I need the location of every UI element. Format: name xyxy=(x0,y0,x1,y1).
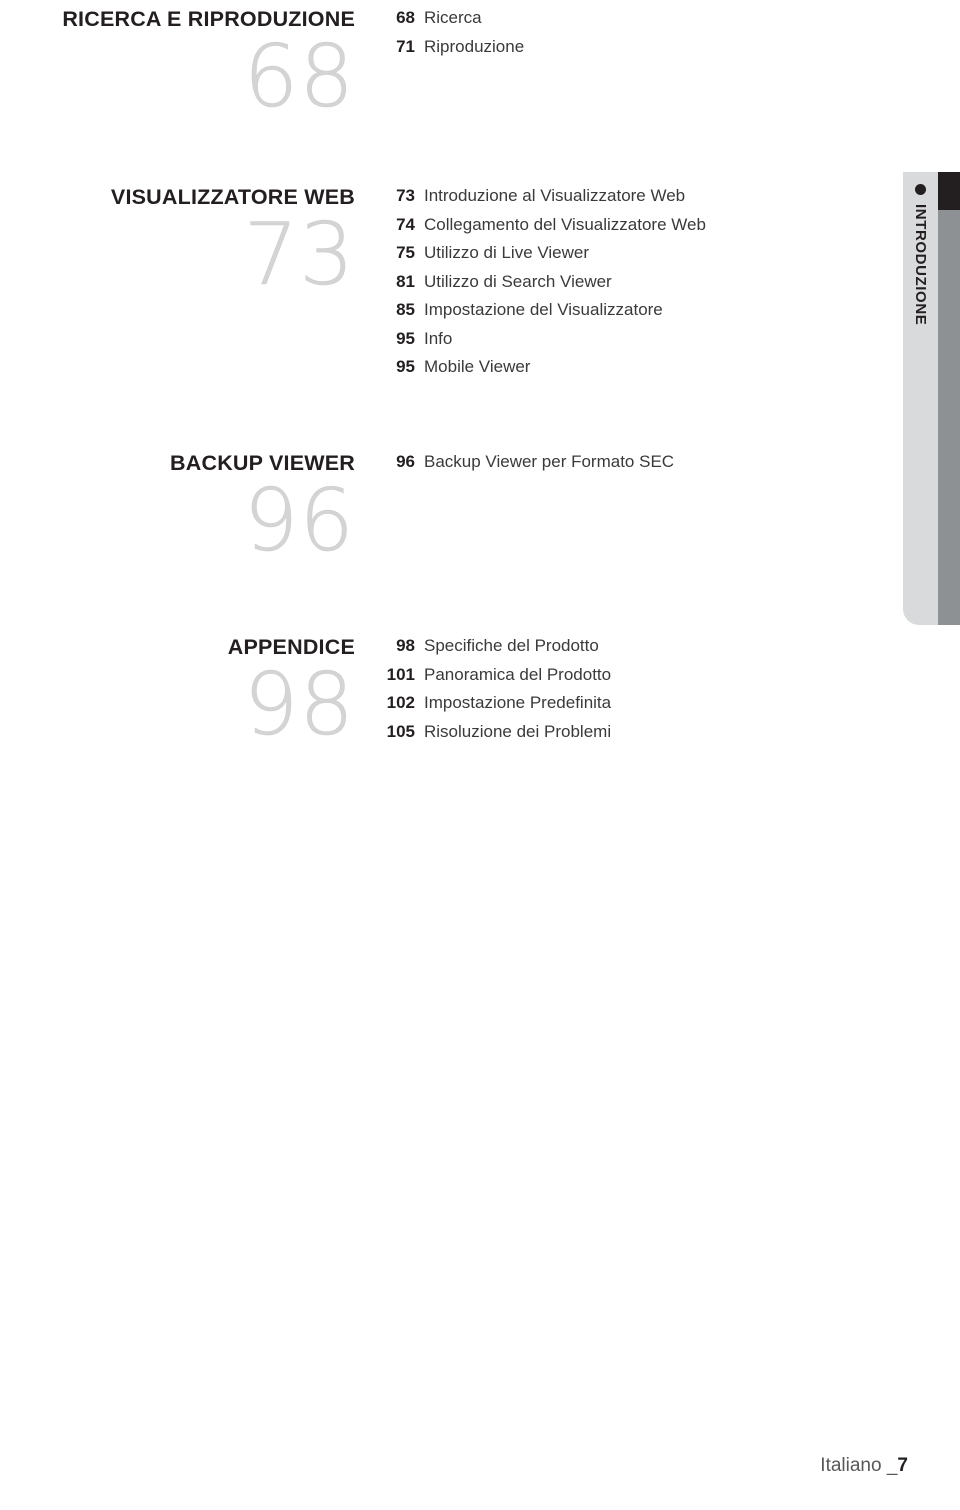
page-footer: Italiano _7 xyxy=(0,1455,908,1477)
toc-entry[interactable]: 75 Utilizzo di Live Viewer xyxy=(375,243,706,272)
toc-entry-label: Panoramica del Prodotto xyxy=(424,664,612,684)
toc-entry[interactable]: 95 Mobile Viewer xyxy=(375,357,706,386)
toc-entry-page: 74 xyxy=(396,214,415,234)
toc-entry[interactable]: 105 Risoluzione dei Problemi xyxy=(375,722,611,751)
toc-entry-label: Specifiche del Prodotto xyxy=(424,636,599,655)
toc-entry-label: Ricerca xyxy=(424,8,482,27)
toc-entry-label: Risoluzione dei Problemi xyxy=(424,721,612,741)
section-entry-list: 73 Introduzione al Visualizzatore Web 74… xyxy=(375,186,706,386)
section-heading-column: APPENDICE 98 xyxy=(0,634,355,748)
toc-entry-page: 102 xyxy=(386,693,415,712)
toc-entry[interactable]: 71 Riproduzione xyxy=(375,37,524,66)
toc-entry-page: 75 xyxy=(396,243,415,262)
chapter-tab-gray-band xyxy=(938,210,960,625)
toc-entry[interactable]: 81 Utilizzo di Search Viewer xyxy=(375,272,706,301)
chapter-tab-label: INTRODUZIONE xyxy=(912,204,929,326)
toc-entry-page: 81 xyxy=(396,271,415,291)
section-big-number: 73 xyxy=(243,205,355,305)
toc-entry-page: 101 xyxy=(386,664,415,684)
toc-entry[interactable]: 96 Backup Viewer per Formato SEC xyxy=(375,452,674,481)
section-big-number: 68 xyxy=(243,27,355,127)
section-big-number: 98 xyxy=(243,655,355,755)
toc-entry[interactable]: 85 Impostazione del Visualizzatore xyxy=(375,300,706,329)
toc-entry-label: Info xyxy=(424,328,453,348)
toc-page: RICERCA E RIPRODUZIONE 68 68 Ricerca 71 … xyxy=(0,0,960,1510)
toc-entry[interactable]: 101 Panoramica del Prodotto xyxy=(375,665,611,694)
toc-entry-label: Introduzione al Visualizzatore Web xyxy=(424,186,686,205)
toc-entry-label: Impostazione Predefinita xyxy=(424,693,612,712)
toc-entry-page: 85 xyxy=(396,300,415,319)
toc-entry[interactable]: 98 Specifiche del Prodotto xyxy=(375,636,611,665)
toc-entry[interactable]: 73 Introduzione al Visualizzatore Web xyxy=(375,186,706,215)
chapter-tab-dark-marker xyxy=(938,172,960,210)
section-heading-column: RICERCA E RIPRODUZIONE 68 xyxy=(0,6,355,120)
toc-entry-page: 98 xyxy=(396,636,415,655)
toc-entry-page: 95 xyxy=(396,328,415,348)
section-big-number: 96 xyxy=(243,471,355,571)
bullet-dot-icon xyxy=(915,184,926,195)
section-heading-column: VISUALIZZATORE WEB 73 xyxy=(0,184,355,298)
toc-entry-page: 96 xyxy=(396,452,415,471)
toc-entry-label: Utilizzo di Search Viewer xyxy=(424,271,612,291)
footer-language: Italiano _ xyxy=(820,1455,898,1476)
toc-entry-page: 68 xyxy=(396,8,415,27)
section-entry-list: 68 Ricerca 71 Riproduzione xyxy=(375,8,524,65)
toc-entry-label: Collegamento del Visualizzatore Web xyxy=(424,214,706,234)
toc-entry[interactable]: 74 Collegamento del Visualizzatore Web xyxy=(375,215,706,244)
toc-entry-label: Utilizzo di Live Viewer xyxy=(424,243,590,262)
chapter-tab[interactable]: INTRODUZIONE xyxy=(903,172,938,625)
toc-entry-page: 71 xyxy=(396,36,415,56)
section-heading-column: BACKUP VIEWER 96 xyxy=(0,450,355,564)
toc-entry-page: 73 xyxy=(396,186,415,205)
toc-entry-label: Impostazione del Visualizzatore xyxy=(424,300,663,319)
toc-entry-page: 95 xyxy=(396,357,415,376)
toc-entry[interactable]: 102 Impostazione Predefinita xyxy=(375,693,611,722)
section-entry-list: 98 Specifiche del Prodotto 101 Panoramic… xyxy=(375,636,611,750)
toc-entry-page: 105 xyxy=(386,721,415,741)
toc-entry[interactable]: 95 Info xyxy=(375,329,706,358)
toc-entry[interactable]: 68 Ricerca xyxy=(375,8,524,37)
toc-entry-label: Mobile Viewer xyxy=(424,357,531,376)
toc-entry-label: Riproduzione xyxy=(424,36,525,56)
footer-page-number: 7 xyxy=(897,1455,908,1476)
toc-entry-label: Backup Viewer per Formato SEC xyxy=(424,452,675,471)
section-entry-list: 96 Backup Viewer per Formato SEC xyxy=(375,452,674,481)
